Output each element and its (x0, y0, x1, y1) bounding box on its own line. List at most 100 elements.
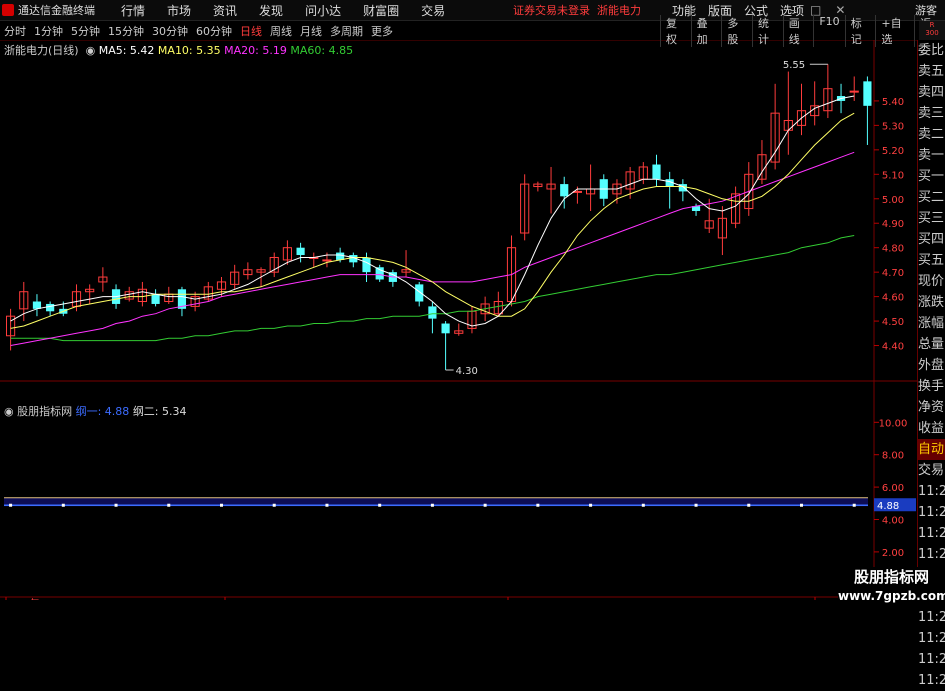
trade-row-1: 交易 (918, 463, 945, 478)
chart-title: 浙能电力(日线) (4, 44, 79, 57)
date-label: 1 (512, 599, 518, 600)
price-tick-label: 4.40 (882, 342, 904, 353)
price-tick-label: 4.80 (882, 244, 904, 255)
menu-item-4[interactable]: 问小达 (294, 2, 352, 19)
period-tab-9[interactable]: 多周期 (326, 23, 367, 39)
period-tab-10[interactable]: 更多 (367, 23, 397, 39)
period-tab-2[interactable]: 5分钟 (67, 23, 104, 39)
date-label: 12 (229, 599, 242, 600)
chart-area[interactable]: 5.40 5.30 5.20 5.10 5.00 4.90 4.80 4.70 4.60 4.50… (0, 40, 917, 610)
price-tick-label: 5.10 (882, 170, 904, 181)
period-tabs: 分时 1分钟 5分钟 15分钟 30分钟 60分钟 日线 周线 月线 多周期 更多 (0, 23, 397, 39)
quote-label-18: 收益 (918, 421, 945, 436)
sub-value-label: 4.88 (877, 501, 899, 512)
quote-label-15: 外盘 (918, 358, 945, 373)
sub-dot (220, 503, 223, 507)
period-tab-5[interactable]: 60分钟 (192, 23, 236, 39)
app-logo: 通达信金融终端 (0, 2, 110, 18)
trade-warning[interactable]: 证券交易未登录 浙能电力 (513, 2, 641, 18)
sub-tick-label: 10.00 (879, 418, 908, 429)
candle-body-up (322, 259, 332, 262)
sub-dot (483, 503, 487, 507)
legend-toggle-icon[interactable]: ◉ (82, 44, 96, 57)
period-tab-3[interactable]: 15分钟 (104, 23, 148, 39)
kline-chart[interactable]: 5.40 5.30 5.20 5.10 5.00 4.90 4.80 4.70 4.60 4.50… (0, 40, 917, 610)
ma10-label: MA10: 5.35 (157, 44, 221, 57)
period-tab-8[interactable]: 月线 (296, 23, 326, 39)
sub-toggle-icon[interactable]: ◉ (4, 405, 14, 418)
candle-body-down (46, 303, 55, 312)
period-tab-1[interactable]: 1分钟 (30, 23, 67, 39)
menu-item-3[interactable]: 发现 (248, 2, 294, 19)
sub-dot (272, 503, 276, 507)
sub-dot (536, 503, 540, 507)
price-tick-label: 4.60 (882, 293, 904, 304)
candle-body-down (652, 164, 661, 180)
sub-dot (589, 503, 593, 507)
ma5-label: MA5: 5.42 (98, 44, 155, 57)
sub-legend: ◉ 股朋指标网 纲一: 4.88 纲二: 5.34 (4, 403, 187, 419)
high-label: 5.55 (783, 60, 805, 71)
sub-dot (694, 503, 698, 507)
candle-body-down (441, 323, 450, 334)
ma60-label: MA60: 4.85 (290, 44, 354, 57)
sub-dot (378, 503, 382, 507)
quote-label-13: 涨幅 (918, 316, 945, 331)
low-label: 4.30 (456, 366, 478, 377)
price-tick-label: 5.00 (882, 195, 904, 206)
candle-body-down (32, 301, 42, 309)
sub-dot (325, 503, 329, 507)
corner-indicator: R 300 (919, 21, 945, 40)
app-title: 通达信金融终端 (18, 4, 95, 17)
menu-item-0[interactable]: 行情 (110, 2, 156, 19)
quote-label-14: 总量 (918, 337, 945, 352)
period-tab-6[interactable]: 日线 (236, 23, 266, 39)
sub-dot (852, 503, 856, 507)
main-legend: 浙能电力(日线) ◉ MA5: 5.42 MA10: 5.35 MA20: 5.… (4, 42, 353, 58)
main-menu: 行情 市场 资讯 发现 问小达 财富圈 交易 (110, 2, 456, 19)
quote-label-0: 委比 (918, 43, 945, 58)
quote-label-4: 卖二 (918, 127, 945, 142)
sub-tick-label: 2.00 (882, 548, 904, 559)
sub-dot (167, 503, 171, 507)
quote-label-2: 卖四 (918, 85, 945, 100)
candle-body-down (375, 267, 384, 280)
quote-label-16: 换手 (918, 379, 945, 394)
trade-row-10: 11:29 (918, 652, 945, 667)
price-tick-label: 5.40 (882, 97, 904, 108)
period-tab-4[interactable]: 30分钟 (148, 23, 192, 39)
sub-tick-label: 4.00 (882, 516, 904, 527)
trade-row-0: 自动 (918, 439, 945, 460)
ma5-line (10, 95, 855, 327)
sub-dot (747, 503, 751, 507)
app-icon (2, 4, 14, 16)
sub-tick-label: 6.00 (882, 483, 904, 494)
period-tab-0[interactable]: 分时 (0, 23, 30, 39)
period-tab-7[interactable]: 周线 (266, 23, 296, 39)
candle-body-down (151, 294, 160, 304)
ma20-label: MA20: 5.19 (224, 44, 287, 57)
candle-body-down (415, 284, 424, 302)
sub-line1-label: 纲一: 4.88 (75, 405, 130, 418)
candle-body-down (428, 306, 437, 319)
quote-label-3: 卖三 (918, 106, 945, 121)
sub-title: 股朋指标网 (17, 405, 73, 418)
menu-item-1[interactable]: 市场 (156, 2, 202, 19)
price-tick-label: 5.20 (882, 146, 904, 157)
price-tick-label: 4.70 (882, 268, 904, 279)
trade-row-5: 11:29 (918, 547, 945, 562)
sub-dot (61, 503, 65, 507)
ma10-line (10, 112, 855, 329)
sub-dot (430, 503, 434, 507)
chart-toolbar: 分时 1分钟 5分钟 15分钟 30分钟 60分钟 日线 周线 月线 多周期 更多 复权 叠加 多股 统计… (0, 14, 945, 47)
menu-item-6[interactable]: 交易 (410, 2, 456, 19)
candle-body-down (362, 257, 371, 273)
menu-item-5[interactable]: 财富圈 (352, 2, 410, 19)
price-tick-label: 4.50 (882, 317, 904, 328)
sub-dot (800, 503, 803, 507)
watermark-cn: 股朋指标网 (853, 568, 929, 586)
price-tick-label: 5.30 (882, 121, 904, 132)
candle-body-down (296, 247, 305, 256)
price-tick-label: 4.90 (882, 219, 904, 230)
menu-item-2[interactable]: 资讯 (202, 2, 248, 19)
